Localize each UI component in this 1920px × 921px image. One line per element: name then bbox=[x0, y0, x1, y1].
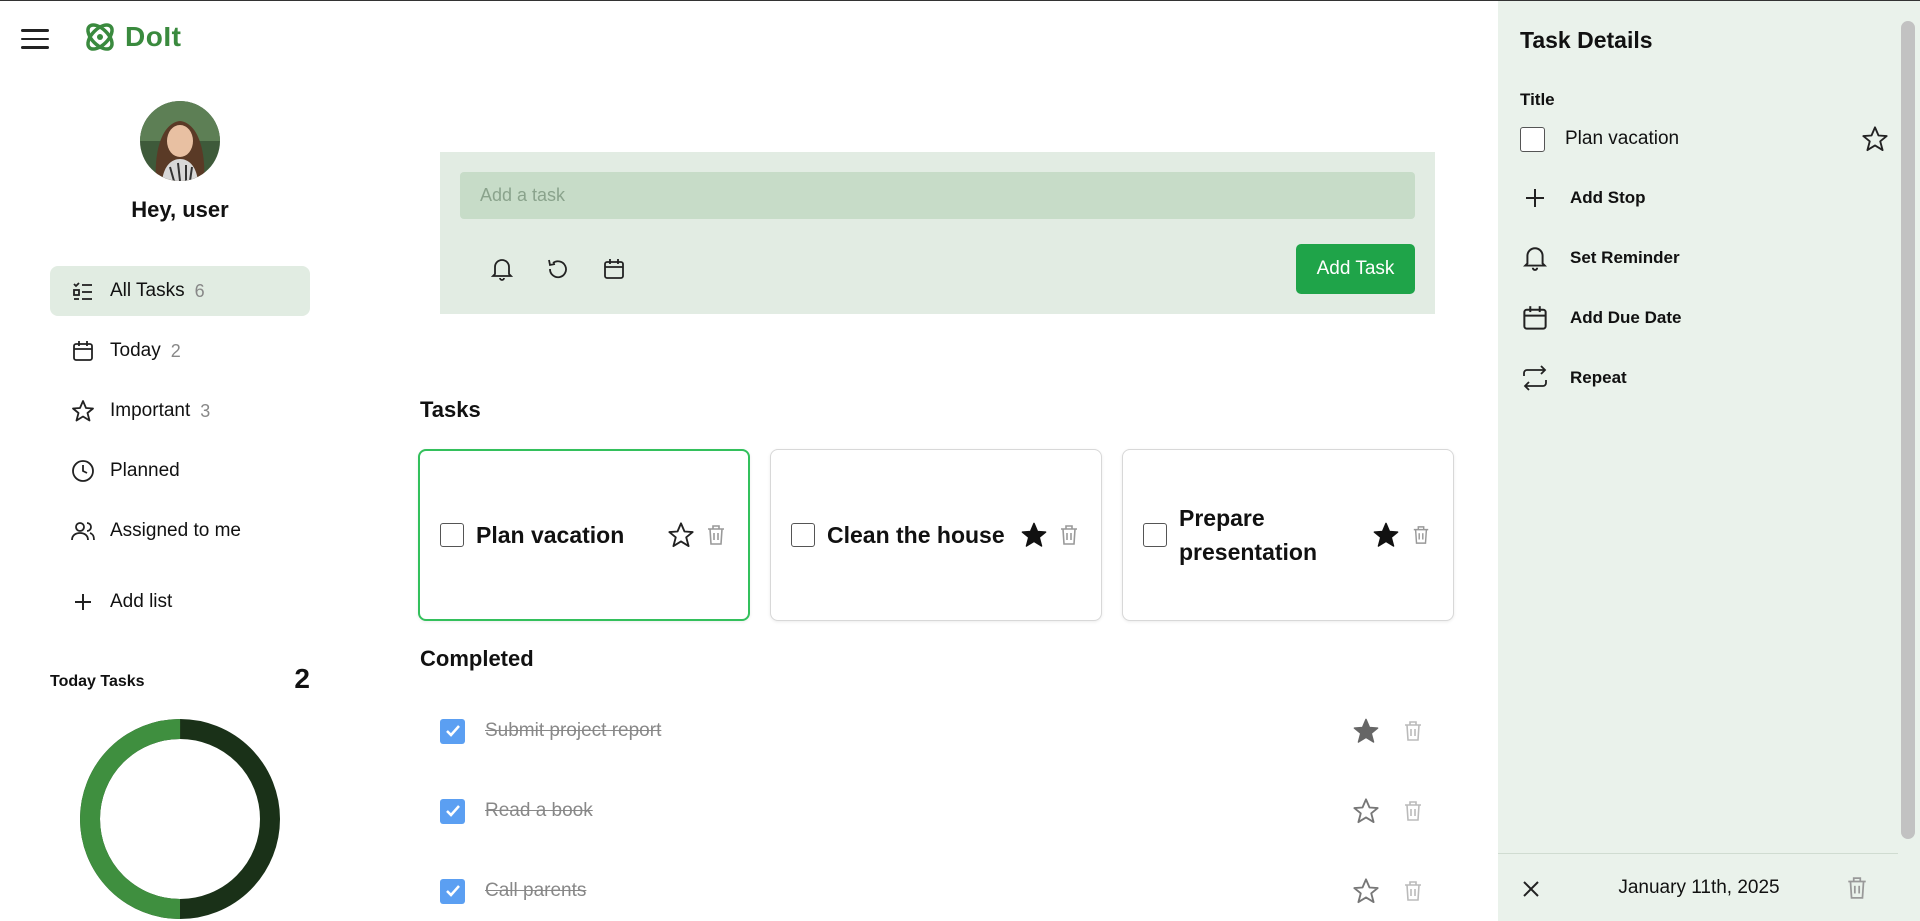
task-title: Clean the house bbox=[827, 522, 1005, 548]
trash-icon[interactable] bbox=[704, 523, 728, 547]
logo-icon bbox=[86, 23, 114, 51]
sidebar-item-today[interactable]: Today 2 bbox=[50, 326, 310, 376]
set-reminder-button[interactable]: Set Reminder bbox=[1520, 243, 1680, 273]
sidebar-item-count: 3 bbox=[200, 400, 211, 421]
plus-icon bbox=[1520, 183, 1550, 213]
sidebar-nav: All Tasks 6 Today 2 Important 3 Planned bbox=[50, 266, 310, 566]
sidebar-item-important[interactable]: Important 3 bbox=[50, 386, 310, 436]
sidebar-item-all-tasks[interactable]: All Tasks 6 bbox=[50, 266, 310, 316]
sidebar-item-planned[interactable]: Planned bbox=[50, 446, 310, 496]
action-label: Add Stop bbox=[1570, 188, 1646, 207]
star-outline-icon[interactable] bbox=[1350, 875, 1382, 907]
created-date: January 11th, 2025 bbox=[1618, 877, 1780, 898]
task-details-panel: Task Details Title Plan vacation Add Sto… bbox=[1498, 1, 1900, 921]
user-greeting: Hey, user bbox=[131, 197, 229, 222]
bell-icon bbox=[1520, 243, 1550, 273]
details-footer: January 11th, 2025 bbox=[1498, 853, 1900, 921]
star-outline-icon[interactable] bbox=[1350, 795, 1382, 827]
star-filled-icon[interactable] bbox=[1019, 520, 1049, 550]
completed-task-row[interactable]: Submit project report bbox=[420, 701, 1440, 761]
add-task-button[interactable]: Add Task bbox=[1296, 244, 1415, 294]
sidebar-item-label: All Tasks bbox=[110, 280, 185, 301]
today-tasks-donut-chart bbox=[80, 719, 280, 919]
action-label: Add Due Date bbox=[1570, 308, 1682, 327]
add-list-button[interactable]: Add list bbox=[70, 589, 172, 615]
task-title: Prepare presentation bbox=[1179, 505, 1318, 565]
detail-task-title[interactable]: Plan vacation bbox=[1565, 128, 1860, 150]
sidebar-item-count: 2 bbox=[170, 340, 181, 361]
task-checkbox[interactable] bbox=[440, 523, 464, 547]
list-icon bbox=[70, 278, 96, 304]
calendar-icon bbox=[1520, 303, 1550, 333]
plus-icon bbox=[70, 589, 96, 615]
detail-title-row: Plan vacation bbox=[1520, 124, 1890, 154]
today-tasks-widget: Today Tasks 2 bbox=[50, 663, 310, 694]
star-filled-icon[interactable] bbox=[1371, 520, 1401, 550]
task-checkbox[interactable] bbox=[1520, 126, 1545, 152]
avatar bbox=[140, 101, 220, 181]
checked-checkbox[interactable] bbox=[440, 798, 465, 824]
trash-icon[interactable] bbox=[1843, 874, 1871, 902]
hamburger-menu-button[interactable] bbox=[21, 25, 49, 49]
add-due-date-button[interactable]: Add Due Date bbox=[1520, 303, 1681, 333]
trash-icon[interactable] bbox=[1400, 878, 1426, 904]
completed-task-row[interactable]: Read a book bbox=[420, 781, 1440, 841]
app-name: DoIt bbox=[125, 21, 182, 52]
star-filled-icon[interactable] bbox=[1350, 715, 1382, 747]
trash-icon[interactable] bbox=[1400, 718, 1426, 744]
today-tasks-count: 2 bbox=[294, 663, 310, 694]
title-label: Title bbox=[1520, 90, 1555, 109]
add-list-label: Add list bbox=[110, 591, 173, 612]
repeat-icon bbox=[1520, 363, 1550, 393]
repeat-button[interactable]: Repeat bbox=[1520, 363, 1627, 393]
sidebar-item-label: Assigned to me bbox=[110, 520, 241, 541]
completed-task-title: Read a book bbox=[485, 800, 593, 821]
task-card[interactable]: Plan vacation bbox=[418, 449, 750, 621]
add-task-input[interactable] bbox=[460, 172, 1415, 219]
completed-task-row[interactable]: Call parents bbox=[420, 861, 1440, 921]
users-icon bbox=[70, 518, 96, 544]
trash-icon[interactable] bbox=[1057, 523, 1081, 547]
scrollbar-thumb[interactable] bbox=[1901, 21, 1915, 839]
bell-icon[interactable] bbox=[488, 255, 516, 283]
add-task-options bbox=[488, 255, 628, 283]
task-title: Plan vacation bbox=[476, 522, 625, 548]
checked-checkbox[interactable] bbox=[440, 878, 465, 904]
calendar-icon bbox=[70, 338, 96, 364]
add-stop-button[interactable]: Add Stop bbox=[1520, 183, 1646, 213]
checked-checkbox[interactable] bbox=[440, 718, 465, 744]
star-icon bbox=[70, 398, 96, 424]
today-tasks-label: Today Tasks bbox=[50, 673, 145, 690]
action-label: Repeat bbox=[1570, 368, 1627, 387]
trash-icon[interactable] bbox=[1409, 523, 1433, 547]
task-card[interactable]: Clean the house bbox=[770, 449, 1102, 621]
repeat-icon[interactable] bbox=[544, 255, 572, 283]
trash-icon[interactable] bbox=[1400, 798, 1426, 824]
completed-task-title: Call parents bbox=[485, 880, 587, 901]
task-card[interactable]: Prepare presentation bbox=[1122, 449, 1454, 621]
sidebar-item-count: 6 bbox=[194, 280, 205, 301]
star-outline-icon[interactable] bbox=[666, 520, 696, 550]
scrollbar[interactable] bbox=[1898, 1, 1920, 921]
details-heading: Task Details bbox=[1520, 27, 1653, 53]
task-checkbox[interactable] bbox=[1143, 523, 1167, 547]
star-outline-icon[interactable] bbox=[1860, 124, 1890, 154]
sidebar-item-assigned[interactable]: Assigned to me bbox=[50, 506, 310, 556]
completed-section-title: Completed bbox=[420, 646, 534, 671]
calendar-icon[interactable] bbox=[600, 255, 628, 283]
clock-icon bbox=[70, 458, 96, 484]
task-checkbox[interactable] bbox=[791, 523, 815, 547]
add-task-panel: Add Task bbox=[440, 152, 1435, 314]
app-logo: DoIt bbox=[82, 19, 181, 55]
sidebar-item-label: Important bbox=[110, 400, 191, 421]
sidebar-item-label: Planned bbox=[110, 460, 180, 481]
sidebar-item-label: Today bbox=[110, 340, 161, 361]
action-label: Set Reminder bbox=[1570, 248, 1680, 267]
completed-task-title: Submit project report bbox=[485, 720, 662, 741]
tasks-section-title: Tasks bbox=[420, 397, 481, 422]
